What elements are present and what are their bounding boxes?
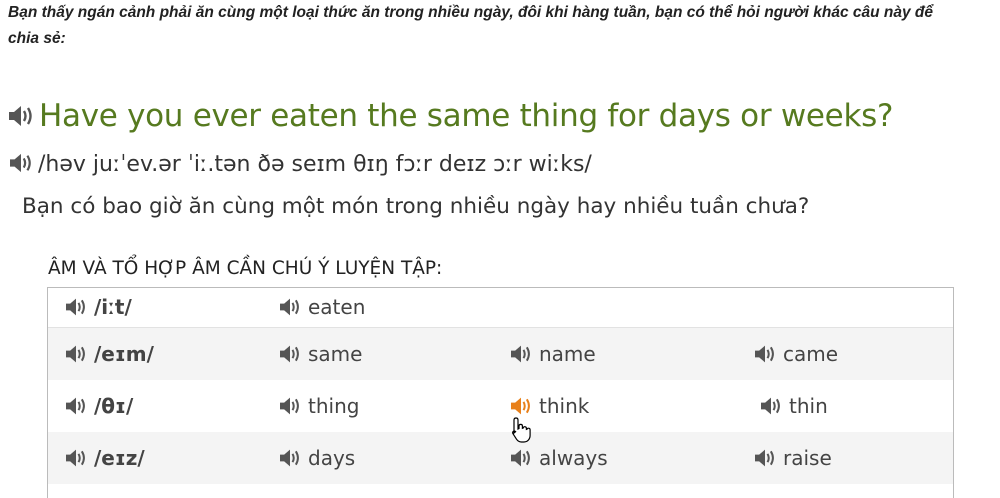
table-row: /eɪz/ days always raise (48, 432, 953, 484)
speaker-icon[interactable] (751, 344, 779, 364)
word-cell[interactable]: thin (757, 380, 828, 432)
sound-cell[interactable]: /iːt/ (62, 282, 132, 332)
word-label: always (539, 446, 608, 470)
speaker-icon[interactable] (62, 344, 90, 364)
speaker-icon[interactable] (276, 297, 304, 317)
speaker-icon[interactable] (751, 448, 779, 468)
table-row: /θɪ/ thing think thin (48, 380, 953, 432)
sound-cell[interactable]: /eɪz/ (62, 432, 145, 484)
ipa-line: /həv juːˈev.ər ˈiː.tən ðə seɪm θɪŋ fɔːr … (6, 152, 592, 177)
word-cell[interactable]: raise (751, 432, 832, 484)
intro-text: Bạn thấy ngán cảnh phải ăn cùng một loại… (8, 4, 934, 47)
word-label: came (783, 342, 839, 366)
sound-cell[interactable]: /θɪ/ (62, 380, 133, 432)
speaker-icon-active[interactable] (507, 396, 535, 416)
translation-text: Bạn có bao giờ ăn cùng một món trong nhi… (22, 194, 810, 219)
hand-cursor-icon (510, 416, 532, 444)
sound-label: /θɪ/ (94, 394, 134, 418)
sound-label: /iːt/ (94, 295, 132, 319)
speaker-icon[interactable] (276, 344, 304, 364)
table-row: /eɪm/ same name came (48, 327, 953, 380)
word-label: same (308, 342, 363, 366)
speaker-icon[interactable] (276, 396, 304, 416)
speaker-icon[interactable] (6, 152, 36, 174)
speaker-icon[interactable] (6, 104, 36, 128)
speaker-icon[interactable] (507, 448, 535, 468)
word-label: name (539, 342, 596, 366)
speaker-icon[interactable] (507, 344, 535, 364)
section-title: ÂM VÀ TỔ HỢP ÂM CẦN CHÚ Ý LUYỆN TẬP: (48, 258, 443, 279)
word-label: eaten (308, 295, 366, 319)
speaker-icon[interactable] (276, 448, 304, 468)
speaker-icon[interactable] (757, 396, 785, 416)
word-cell[interactable]: name (507, 328, 596, 380)
word-cell[interactable]: thing (276, 380, 359, 432)
word-cell[interactable]: same (276, 328, 362, 380)
speaker-icon[interactable] (62, 396, 90, 416)
word-label: days (308, 446, 356, 470)
sound-cell[interactable]: /eɪm/ (62, 328, 154, 380)
headline-text: Have you ever eaten the same thing for d… (39, 98, 894, 134)
table-row: /iːt/ eaten (48, 288, 953, 327)
speaker-icon[interactable] (62, 297, 90, 317)
headline-sentence: Have you ever eaten the same thing for d… (6, 98, 893, 134)
word-label: thin (789, 394, 828, 418)
word-label: think (539, 394, 590, 418)
sound-label: /eɪz/ (94, 446, 145, 470)
speaker-icon[interactable] (62, 448, 90, 468)
sound-label: /eɪm/ (94, 342, 154, 366)
ipa-text: /həv juːˈev.ər ˈiː.tən ðə seɪm θɪŋ fɔːr … (38, 152, 592, 177)
word-label: thing (308, 394, 360, 418)
word-cell[interactable]: days (276, 432, 355, 484)
word-label: raise (783, 446, 832, 470)
practice-table: /iːt/ eaten /eɪm/ same name came /θɪ/ th… (47, 287, 954, 498)
word-cell[interactable]: came (751, 328, 838, 380)
word-cell[interactable]: eaten (276, 282, 365, 332)
